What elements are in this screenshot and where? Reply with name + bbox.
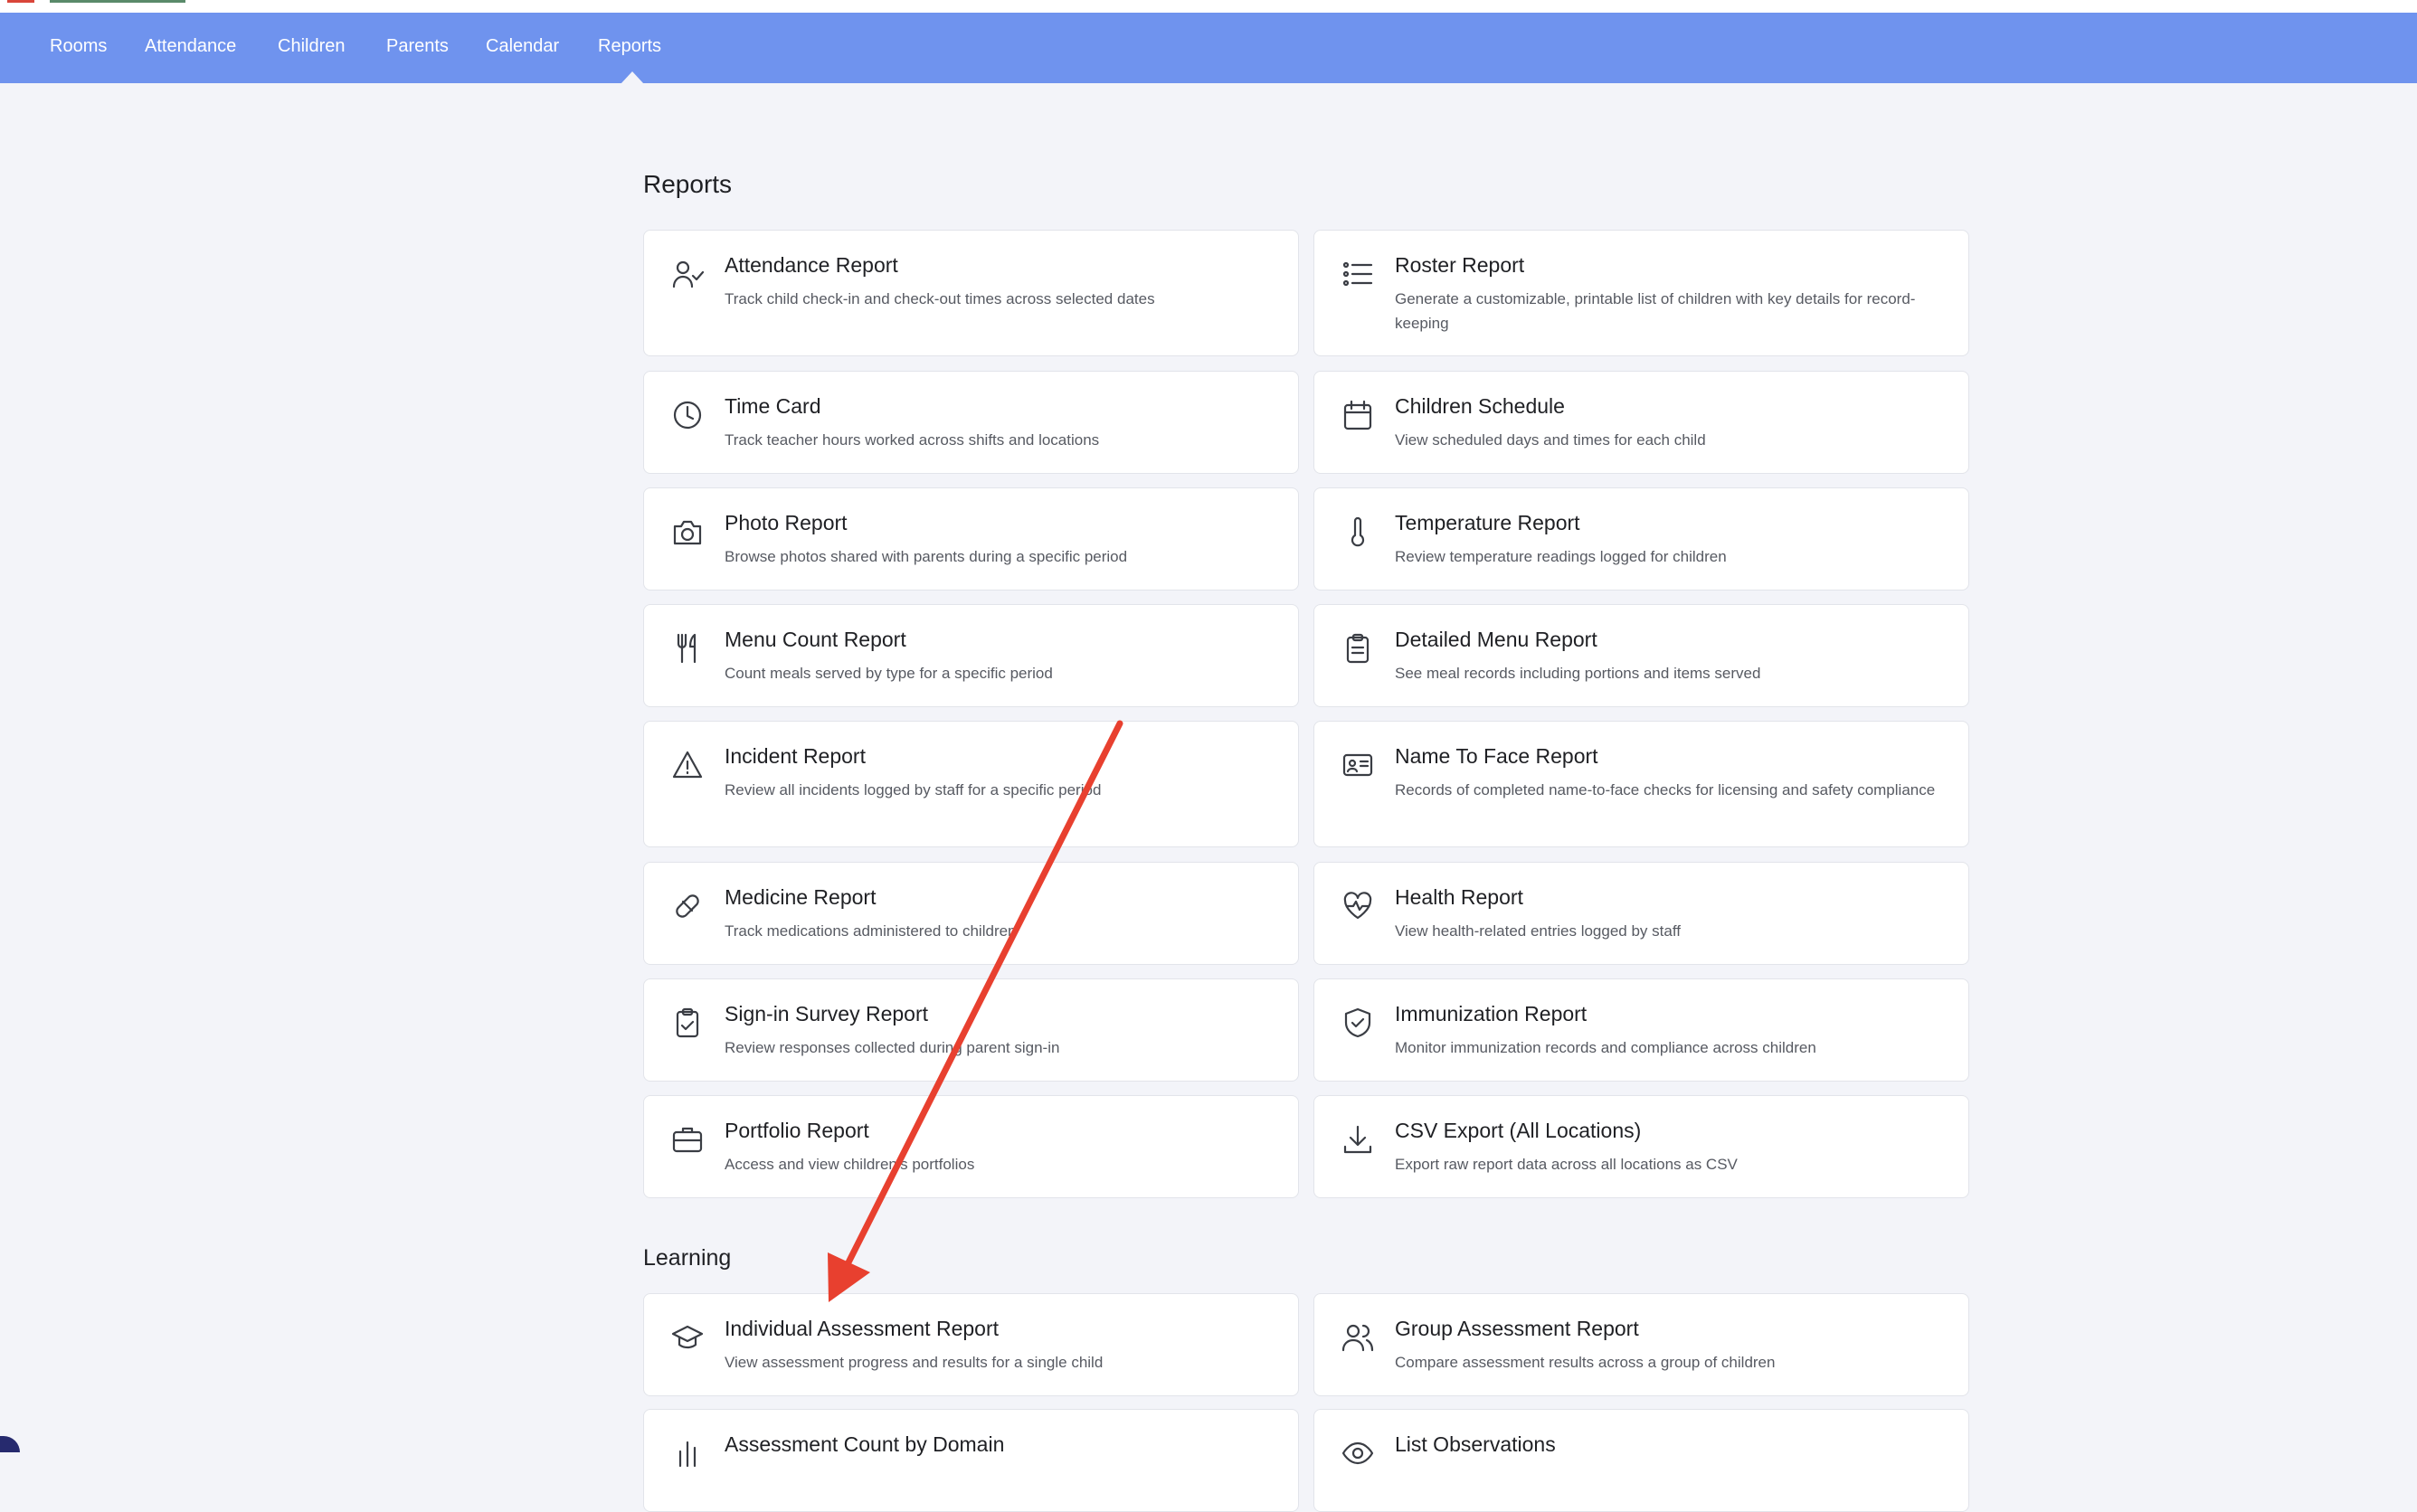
card-title: Attendance Report bbox=[725, 253, 898, 277]
report-card[interactable]: Menu Count Report Count meals served by t… bbox=[643, 604, 1299, 707]
card-description: Monitor immunization records and complia… bbox=[1395, 1039, 1816, 1056]
browser-top-strip bbox=[0, 0, 2417, 13]
card-description: Track medications administered to childr… bbox=[725, 922, 1017, 940]
card-title: Menu Count Report bbox=[725, 628, 906, 651]
card-description: View health-related entries logged by st… bbox=[1395, 922, 1681, 940]
report-card[interactable]: Immunization Report Monitor immunization … bbox=[1313, 978, 1969, 1082]
list-icon bbox=[1341, 258, 1374, 290]
nav-calendar[interactable]: Calendar bbox=[486, 13, 559, 83]
clock-icon bbox=[671, 399, 704, 431]
utensils-icon bbox=[671, 632, 704, 665]
eye-icon bbox=[1341, 1437, 1374, 1469]
user-check-icon bbox=[671, 258, 705, 290]
card-description: See meal records including portions and … bbox=[1395, 665, 1761, 682]
bar-chart-icon bbox=[671, 1437, 704, 1469]
nav-parents[interactable]: Parents bbox=[386, 13, 449, 83]
report-card[interactable]: Incident Report Review all incidents logg… bbox=[643, 721, 1299, 847]
reports-section-title: Reports bbox=[643, 170, 733, 198]
card-title: Name To Face Report bbox=[1395, 744, 1598, 768]
card-title: Individual Assessment Report bbox=[725, 1317, 999, 1340]
download-icon bbox=[1341, 1123, 1374, 1156]
graduation-cap-icon bbox=[671, 1321, 704, 1354]
card-title: Medicine Report bbox=[725, 885, 877, 909]
card-title: CSV Export (All Locations) bbox=[1395, 1119, 1642, 1142]
card-title: Immunization Report bbox=[1395, 1002, 1588, 1025]
card-description: Generate a customizable, printable list … bbox=[1395, 290, 1916, 332]
report-card[interactable]: CSV Export (All Locations) Export raw rep… bbox=[1313, 1095, 1969, 1198]
card-title: Detailed Menu Report bbox=[1395, 628, 1597, 651]
report-card[interactable]: Name To Face Report Records of completed … bbox=[1313, 721, 1969, 847]
id-card-icon bbox=[1341, 749, 1374, 781]
report-card[interactable]: Detailed Menu Report See meal records inc… bbox=[1313, 604, 1969, 707]
card-title: Assessment Count by Domain bbox=[725, 1432, 1005, 1456]
corner-decoration bbox=[0, 1436, 20, 1452]
card-description: Track teacher hours worked across shifts… bbox=[725, 431, 1100, 449]
card-description: Review temperature readings logged for c… bbox=[1395, 548, 1727, 565]
card-title: Portfolio Report bbox=[725, 1119, 869, 1142]
report-card[interactable]: List Observations bbox=[1313, 1409, 1969, 1512]
card-description: View scheduled days and times for each c… bbox=[1395, 431, 1706, 449]
clipboard-icon bbox=[1341, 632, 1374, 665]
nav-children[interactable]: Children bbox=[278, 13, 345, 83]
card-title: Time Card bbox=[725, 394, 821, 418]
report-card[interactable]: Attendance Report Track child check-in an… bbox=[643, 230, 1299, 356]
strip-mark bbox=[50, 0, 185, 3]
card-title: Health Report bbox=[1395, 885, 1523, 909]
card-description: Review responses collected during parent… bbox=[725, 1039, 1060, 1056]
shield-check-icon bbox=[1341, 1006, 1374, 1039]
card-description: Records of completed name-to-face checks… bbox=[1395, 781, 1936, 799]
card-title: Children Schedule bbox=[1395, 394, 1565, 418]
card-title: Group Assessment Report bbox=[1395, 1317, 1639, 1340]
report-card[interactable]: Assessment Count by Domain bbox=[643, 1409, 1299, 1512]
thermometer-icon bbox=[1341, 515, 1374, 548]
report-card[interactable]: Sign-in Survey Report Review responses co… bbox=[643, 978, 1299, 1082]
card-description: Access and view children's portfolios bbox=[725, 1156, 975, 1173]
top-nav-bar: Rooms Attendance Children Parents Calend… bbox=[0, 13, 2417, 83]
report-card[interactable]: Roster Report Generate a customizable, pr… bbox=[1313, 230, 1969, 356]
card-title: List Observations bbox=[1395, 1432, 1556, 1456]
card-description: Browse photos shared with parents during… bbox=[725, 548, 1128, 565]
active-tab-caret bbox=[621, 71, 644, 84]
clipboard-check-icon bbox=[671, 1006, 704, 1039]
report-card[interactable]: Individual Assessment Report View assessm… bbox=[643, 1293, 1299, 1396]
camera-icon bbox=[671, 515, 704, 548]
report-card[interactable]: Time Card Track teacher hours worked acro… bbox=[643, 371, 1299, 474]
card-title: Roster Report bbox=[1395, 253, 1525, 277]
strip-mark bbox=[7, 0, 34, 3]
calendar-icon bbox=[1341, 399, 1374, 431]
card-title: Incident Report bbox=[725, 744, 866, 768]
pill-icon bbox=[671, 890, 704, 922]
card-description: Export raw report data across all locati… bbox=[1395, 1156, 1738, 1173]
card-title: Photo Report bbox=[725, 511, 848, 534]
nav-rooms[interactable]: Rooms bbox=[50, 13, 107, 83]
learning-section-title: Learning bbox=[643, 1245, 732, 1271]
users-icon bbox=[1341, 1321, 1374, 1354]
card-description: Review all incidents logged by staff for… bbox=[725, 781, 1102, 799]
report-card[interactable]: Group Assessment Report Compare assessmen… bbox=[1313, 1293, 1969, 1396]
heart-pulse-icon bbox=[1341, 890, 1374, 922]
report-card[interactable]: Temperature Report Review temperature rea… bbox=[1313, 487, 1969, 591]
report-card[interactable]: Medicine Report Track medications adminis… bbox=[643, 862, 1299, 965]
card-description: Track child check-in and check-out times… bbox=[725, 290, 1155, 307]
report-card[interactable]: Children Schedule View scheduled days and… bbox=[1313, 371, 1969, 474]
card-title: Temperature Report bbox=[1395, 511, 1580, 534]
card-description: Compare assessment results across a grou… bbox=[1395, 1354, 1776, 1371]
card-description: Count meals served by type for a specifi… bbox=[725, 665, 1053, 682]
card-title: Sign-in Survey Report bbox=[725, 1002, 928, 1025]
briefcase-icon bbox=[671, 1123, 704, 1156]
report-card[interactable]: Portfolio Report Access and view children… bbox=[643, 1095, 1299, 1198]
warning-icon bbox=[671, 749, 704, 781]
report-card[interactable]: Health Report View health-related entries… bbox=[1313, 862, 1969, 965]
report-card[interactable]: Photo Report Browse photos shared with pa… bbox=[643, 487, 1299, 591]
card-description: View assessment progress and results for… bbox=[725, 1354, 1104, 1371]
nav-attendance[interactable]: Attendance bbox=[145, 13, 236, 83]
